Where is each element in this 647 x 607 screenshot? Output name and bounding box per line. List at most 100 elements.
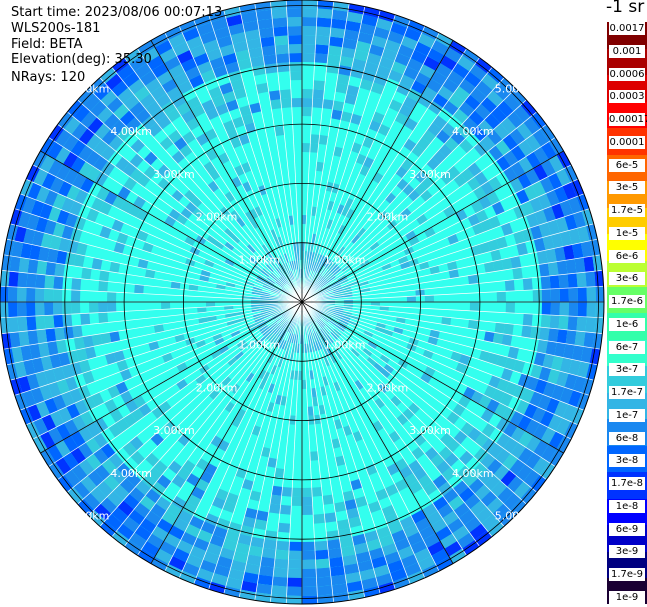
range-gate-cell (326, 530, 340, 541)
range-gate-cell (44, 315, 55, 329)
range-gate-cell (286, 595, 302, 604)
range-gate-cell (53, 276, 64, 290)
colorbar-tick-label: 6e-8 (609, 431, 645, 445)
range-gate-cell (406, 296, 416, 302)
range-label: 1.00km (324, 253, 366, 266)
range-gate-cell (567, 273, 578, 288)
range-gate-cell (71, 277, 82, 291)
range-gate-cell (311, 487, 323, 497)
range-gate-cell (273, 567, 288, 578)
range-gate-cell (276, 540, 290, 551)
colorbar-tick-label: 1.7e-8 (609, 477, 645, 491)
range-gate-cell (107, 302, 117, 313)
range-gate-cell (530, 326, 541, 340)
range-gate-cell (72, 325, 83, 339)
colorbar-tick-label: 0.00017 (609, 113, 647, 127)
range-gate-cell (532, 289, 542, 302)
range-label: 2.00km (196, 381, 238, 394)
range-label: 5.00km (68, 510, 110, 523)
range-gate-cell (279, 89, 292, 100)
range-gate-cell (328, 547, 343, 559)
range-gate-cell (302, 17, 317, 27)
range-gate-cell (322, 99, 334, 110)
range-gate-cell (81, 267, 92, 280)
range-gate-cell (577, 287, 587, 302)
range-gate-cell (310, 134, 320, 144)
range-gate-cell (565, 258, 577, 275)
range-gate-cell (302, 143, 311, 153)
range-gate-cell (264, 530, 278, 541)
range-label: 2.00km (367, 211, 409, 224)
colorbar-tick-label: 0.0017 (609, 22, 645, 35)
range-gate-cell (287, 577, 302, 587)
range-gate-cell (54, 327, 65, 341)
range-gate-cell (98, 280, 109, 292)
range-gate-cell (276, 53, 290, 64)
range-gate-cell (315, 35, 330, 46)
range-gate-cell (44, 302, 54, 316)
range-gate-cell (54, 263, 65, 277)
range-gate-cell (314, 540, 328, 551)
range-gate-cell (271, 585, 288, 596)
range-label: 4.00km (110, 467, 152, 480)
range-gate-cell (134, 284, 144, 294)
range-gate-cell (302, 53, 315, 63)
range-gate-cell (316, 17, 332, 28)
range-gate-cell (556, 260, 568, 275)
range-gate-cell (45, 328, 57, 343)
range-gate-cell (568, 287, 578, 302)
range-gate-cell (302, 496, 313, 506)
colorbar-tick-label: 6e-6 (609, 249, 645, 263)
range-gate-cell (558, 315, 569, 330)
range-gate-cell (26, 316, 37, 331)
range-gate-cell (302, 505, 314, 515)
colorbar-tick-label: 1.7e-9 (609, 568, 645, 582)
colorbar-tick-label: 6e-9 (609, 522, 645, 536)
range-gate-cell (559, 302, 569, 316)
range-label: 4.00km (452, 467, 494, 480)
range-gate-cell (313, 513, 326, 524)
range-gate-cell (302, 577, 317, 587)
range-gate-cell (576, 272, 587, 288)
range-gate-cell (288, 44, 302, 54)
range-gate-cell (309, 451, 319, 461)
range-gate-cell (505, 302, 515, 314)
range-gate-cell (26, 273, 37, 288)
colorbar-tick-label: 1.7e-7 (609, 386, 645, 400)
range-gate-cell (268, 503, 281, 514)
range-gate-cell (8, 302, 18, 318)
range-gate-cell (568, 302, 578, 317)
nrays-label: NRays: 120 (11, 70, 86, 85)
range-gate-cell (287, 568, 302, 578)
range-gate-cell (574, 330, 586, 347)
range-gate-cell (550, 302, 560, 316)
range-gate-cell (271, 8, 288, 19)
range-gate-cell (302, 98, 313, 108)
range-gate-cell (288, 559, 302, 569)
range-gate-cell (53, 289, 63, 302)
range-gate-cell (8, 316, 19, 333)
range-gate-cell (595, 302, 604, 318)
range-label: 3.00km (409, 424, 451, 437)
range-gate-cell (8, 271, 19, 288)
range-gate-cell (287, 17, 302, 27)
range-gate-cell (576, 316, 587, 332)
range-gate-cell (559, 288, 569, 302)
colorbar-tick-label: 0.001 (609, 44, 645, 58)
range-gate-cell (8, 286, 18, 302)
range-gate-cell (263, 54, 277, 65)
colorbar-tick-label: 1e-8 (609, 499, 645, 513)
range-gate-cell (314, 53, 328, 64)
range-label: 5.00km (495, 83, 537, 96)
range-gate-cell (547, 261, 559, 276)
device-label: WLS200s-181 (11, 21, 101, 36)
colorbar-tick-label: 3e-8 (609, 454, 645, 468)
range-gate-cell (63, 326, 74, 340)
range-gate-cell (260, 556, 275, 568)
range-gate-cell (26, 302, 36, 317)
range-gate-cell (547, 328, 559, 343)
range-gate-cell (271, 485, 283, 496)
range-gate-cell (18, 257, 30, 274)
range-gate-cell (330, 574, 347, 586)
range-gate-cell (539, 263, 550, 277)
